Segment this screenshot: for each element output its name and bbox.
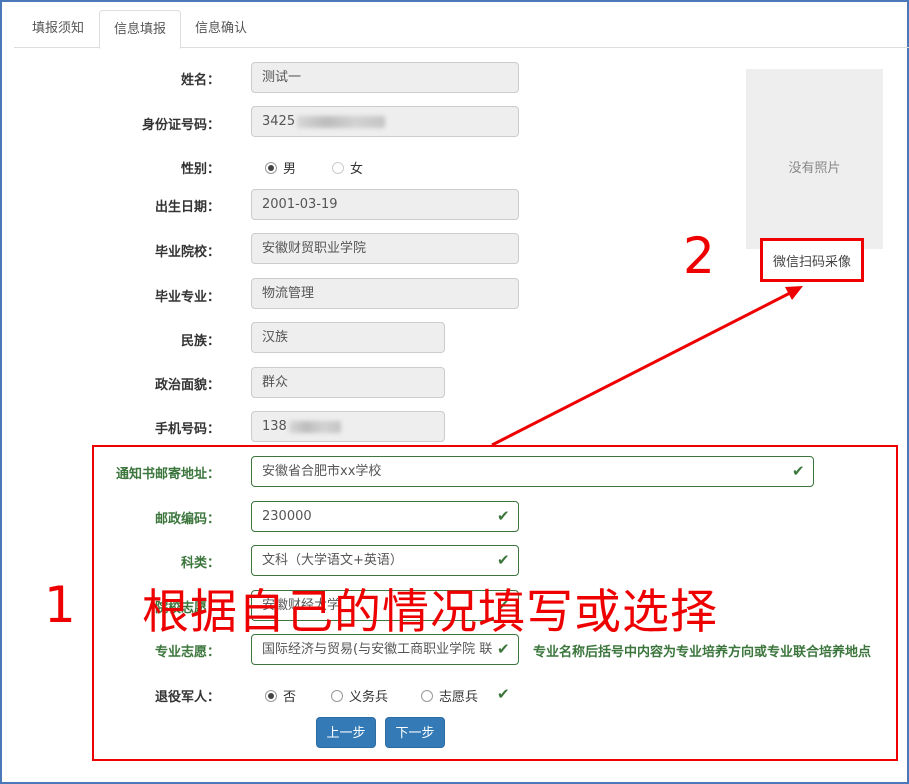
major-choice-value: 国际经济与贸易(与安徽工商职业学院 联 [262, 642, 493, 657]
check-icon: ✔ [497, 640, 510, 658]
major-choice-label: 专业志愿： [154, 645, 220, 660]
postcode-label: 邮政编码： [154, 512, 220, 527]
next-step-button[interactable]: 下一步 [385, 717, 445, 748]
major-hint-text: 专业名称后括号中内容为专业培养方向或专业联合培养地点 [533, 645, 872, 660]
radio-selected-icon [265, 689, 277, 702]
check-icon: ✔ [497, 507, 510, 525]
prev-step-button[interactable]: 上一步 [316, 717, 376, 748]
check-icon: ✔ [497, 551, 510, 569]
check-icon: ✔ [792, 462, 805, 480]
radio-icon [331, 689, 343, 702]
veteran-conscript-label: 义务兵 [349, 690, 389, 705]
subject-label: 科类： [180, 556, 220, 571]
veteran-option-no[interactable]: 否 [265, 686, 296, 705]
veteran-option-conscript[interactable]: 义务兵 [331, 686, 388, 705]
address-field[interactable]: 安徽省合肥市xx学校 [251, 456, 814, 487]
check-icon: ✔ [497, 685, 510, 703]
annotation-instruction: 根据自己的情况填写或选择 [142, 585, 718, 640]
subject-select[interactable]: 文科（大学语文+英语） [251, 545, 519, 576]
annotation-number-1: 1 [44, 576, 76, 634]
address-label: 通知书邮寄地址： [115, 467, 220, 482]
subject-value: 文科（大学语文+英语） [262, 553, 403, 568]
postcode-value: 230000 [262, 509, 312, 524]
address-value: 安徽省合肥市xx学校 [262, 464, 382, 479]
postcode-field[interactable]: 230000 [251, 501, 519, 532]
veteran-label: 退役军人： [154, 690, 220, 705]
veteran-option-volunteer[interactable]: 志愿兵 [421, 686, 478, 705]
radio-icon [421, 689, 433, 702]
veteran-no-label: 否 [283, 690, 297, 705]
veteran-volunteer-label: 志愿兵 [439, 690, 479, 705]
